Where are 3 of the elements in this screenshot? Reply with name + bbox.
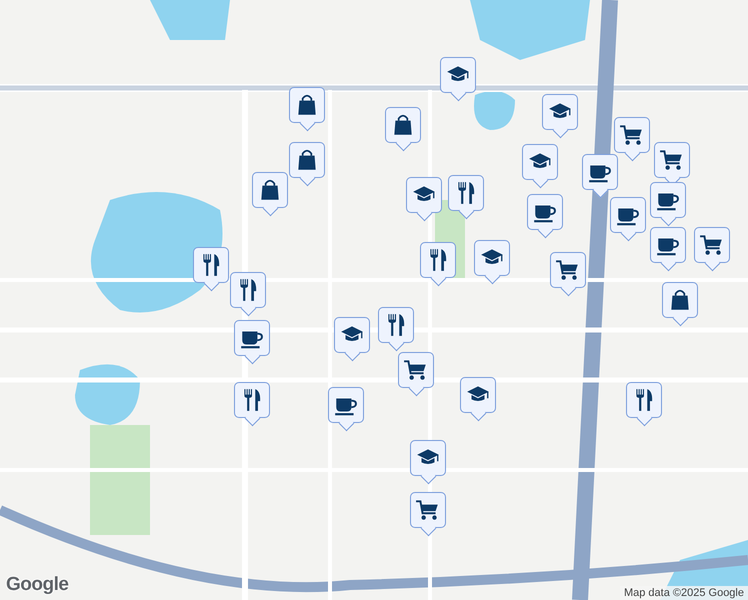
- lake: [75, 364, 140, 425]
- google-logo: Google: [6, 574, 68, 596]
- lake: [474, 91, 515, 130]
